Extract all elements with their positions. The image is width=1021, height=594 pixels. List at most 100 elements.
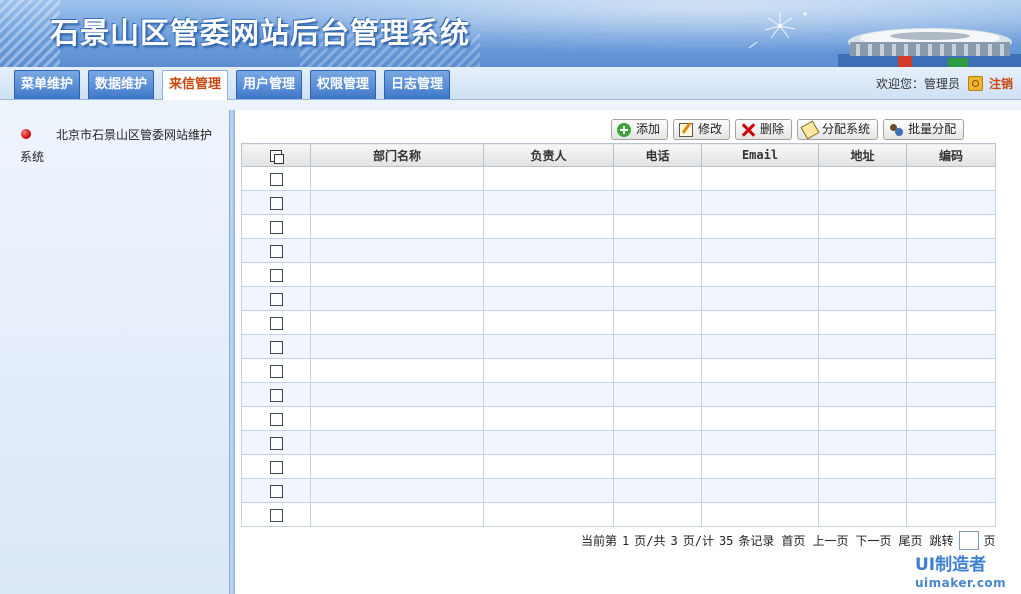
- table-row[interactable]: [241, 166, 996, 191]
- last-page-link[interactable]: 尾页: [898, 532, 922, 549]
- table-cell: [701, 382, 819, 407]
- table-row[interactable]: [241, 358, 996, 383]
- table-cell: [483, 238, 614, 263]
- row-select-cell: [241, 238, 311, 263]
- row-checkbox[interactable]: [269, 220, 283, 234]
- table-row[interactable]: [241, 286, 996, 311]
- pager-page-sep: 页/共: [634, 534, 666, 548]
- table-cell: [818, 430, 907, 455]
- tab-data-maintenance[interactable]: 数据维护: [88, 70, 155, 99]
- department-table: 部门名称 负责人 电话 Email 地址 编码: [241, 143, 996, 527]
- table-row[interactable]: [241, 310, 996, 335]
- table-row[interactable]: [241, 238, 996, 263]
- assign-system-label: 分配系统: [822, 122, 871, 136]
- select-all-icon[interactable]: [270, 149, 284, 164]
- table-cell: [613, 238, 702, 263]
- row-select-cell: [241, 286, 311, 311]
- row-checkbox[interactable]: [269, 388, 283, 402]
- plus-icon: [617, 122, 631, 137]
- table-row[interactable]: [241, 454, 996, 479]
- table-row[interactable]: [241, 502, 996, 527]
- col-header-manager: 负责人: [483, 143, 614, 167]
- jump-page-input[interactable]: [958, 531, 979, 550]
- edit-button[interactable]: 修改: [673, 119, 731, 140]
- row-checkbox[interactable]: [269, 316, 283, 330]
- delete-button[interactable]: 删除: [735, 119, 793, 140]
- first-page-link[interactable]: 首页: [781, 532, 805, 549]
- table-cell: [818, 502, 907, 527]
- row-select-cell: [241, 382, 311, 407]
- watermark-logo: UI制造者 uimaker.com: [915, 556, 1006, 592]
- table-row[interactable]: [241, 334, 996, 359]
- table-cell: [818, 262, 907, 287]
- table-cell: [818, 334, 907, 359]
- table-cell: [701, 406, 819, 431]
- table-row[interactable]: [241, 214, 996, 239]
- tab-user-management[interactable]: 用户管理: [236, 70, 303, 99]
- row-checkbox[interactable]: [269, 292, 283, 306]
- table-row[interactable]: [241, 406, 996, 431]
- col-header-phone: 电话: [613, 143, 702, 167]
- table-cell: [483, 478, 614, 503]
- table-cell: [483, 502, 614, 527]
- tab-letter-management[interactable]: 来信管理: [162, 70, 229, 100]
- table-cell: [701, 454, 819, 479]
- assign-system-button[interactable]: 分配系统: [797, 119, 879, 140]
- row-select-cell: [241, 190, 311, 215]
- select-all-header[interactable]: [241, 143, 311, 167]
- table-cell: [906, 382, 996, 407]
- sidebar-item-site-maintenance[interactable]: 北京市石景山区管委网站维护系统: [20, 124, 220, 168]
- sidebar-item-label: 北京市石景山区管委网站维护系统: [20, 128, 213, 164]
- add-button[interactable]: 添加: [611, 119, 669, 140]
- next-page-link[interactable]: 下一页: [855, 532, 891, 549]
- tab-menu-maintenance[interactable]: 菜单维护: [14, 70, 81, 99]
- row-select-cell: [241, 478, 311, 503]
- row-select-cell: [241, 406, 311, 431]
- row-checkbox[interactable]: [269, 268, 283, 282]
- table-header-row: 部门名称 负责人 电话 Email 地址 编码: [241, 143, 996, 167]
- row-checkbox[interactable]: [269, 364, 283, 378]
- row-checkbox[interactable]: [269, 460, 283, 474]
- table-cell: [906, 430, 996, 455]
- table-cell: [483, 430, 614, 455]
- table-cell: [701, 166, 819, 191]
- table-cell: [613, 382, 702, 407]
- row-checkbox[interactable]: [269, 508, 283, 522]
- row-select-cell: [241, 262, 311, 287]
- logout-link[interactable]: 注销: [989, 75, 1013, 92]
- row-checkbox[interactable]: [269, 244, 283, 258]
- table-row[interactable]: [241, 430, 996, 455]
- table-cell: [701, 190, 819, 215]
- table-cell: [613, 502, 702, 527]
- row-checkbox[interactable]: [269, 436, 283, 450]
- sidebar: [0, 110, 229, 594]
- row-checkbox[interactable]: [269, 340, 283, 354]
- table-row[interactable]: [241, 478, 996, 503]
- row-checkbox[interactable]: [269, 412, 283, 426]
- table-cell: [483, 310, 614, 335]
- row-checkbox[interactable]: [269, 484, 283, 498]
- row-checkbox[interactable]: [269, 172, 283, 186]
- prev-page-link[interactable]: 上一页: [812, 532, 848, 549]
- row-checkbox[interactable]: [269, 196, 283, 210]
- table-cell: [483, 262, 614, 287]
- table-cell: [483, 190, 614, 215]
- row-select-cell: [241, 358, 311, 383]
- stadium-image: [838, 28, 1021, 67]
- table-row[interactable]: [241, 190, 996, 215]
- table-row[interactable]: [241, 382, 996, 407]
- table-row[interactable]: [241, 262, 996, 287]
- table-cell: [310, 190, 484, 215]
- batch-assign-button[interactable]: 批量分配: [883, 119, 965, 140]
- table-cell: [310, 454, 484, 479]
- table-cell: [701, 310, 819, 335]
- tab-permission-management[interactable]: 权限管理: [310, 70, 377, 99]
- users-icon: [889, 123, 904, 137]
- table-cell: [906, 214, 996, 239]
- tab-log-management[interactable]: 日志管理: [384, 70, 451, 99]
- sidebar-splitter[interactable]: [229, 110, 235, 594]
- col-header-department: 部门名称: [310, 143, 484, 167]
- table-cell: [818, 238, 907, 263]
- add-button-label: 添加: [636, 122, 661, 136]
- table-cell: [818, 166, 907, 191]
